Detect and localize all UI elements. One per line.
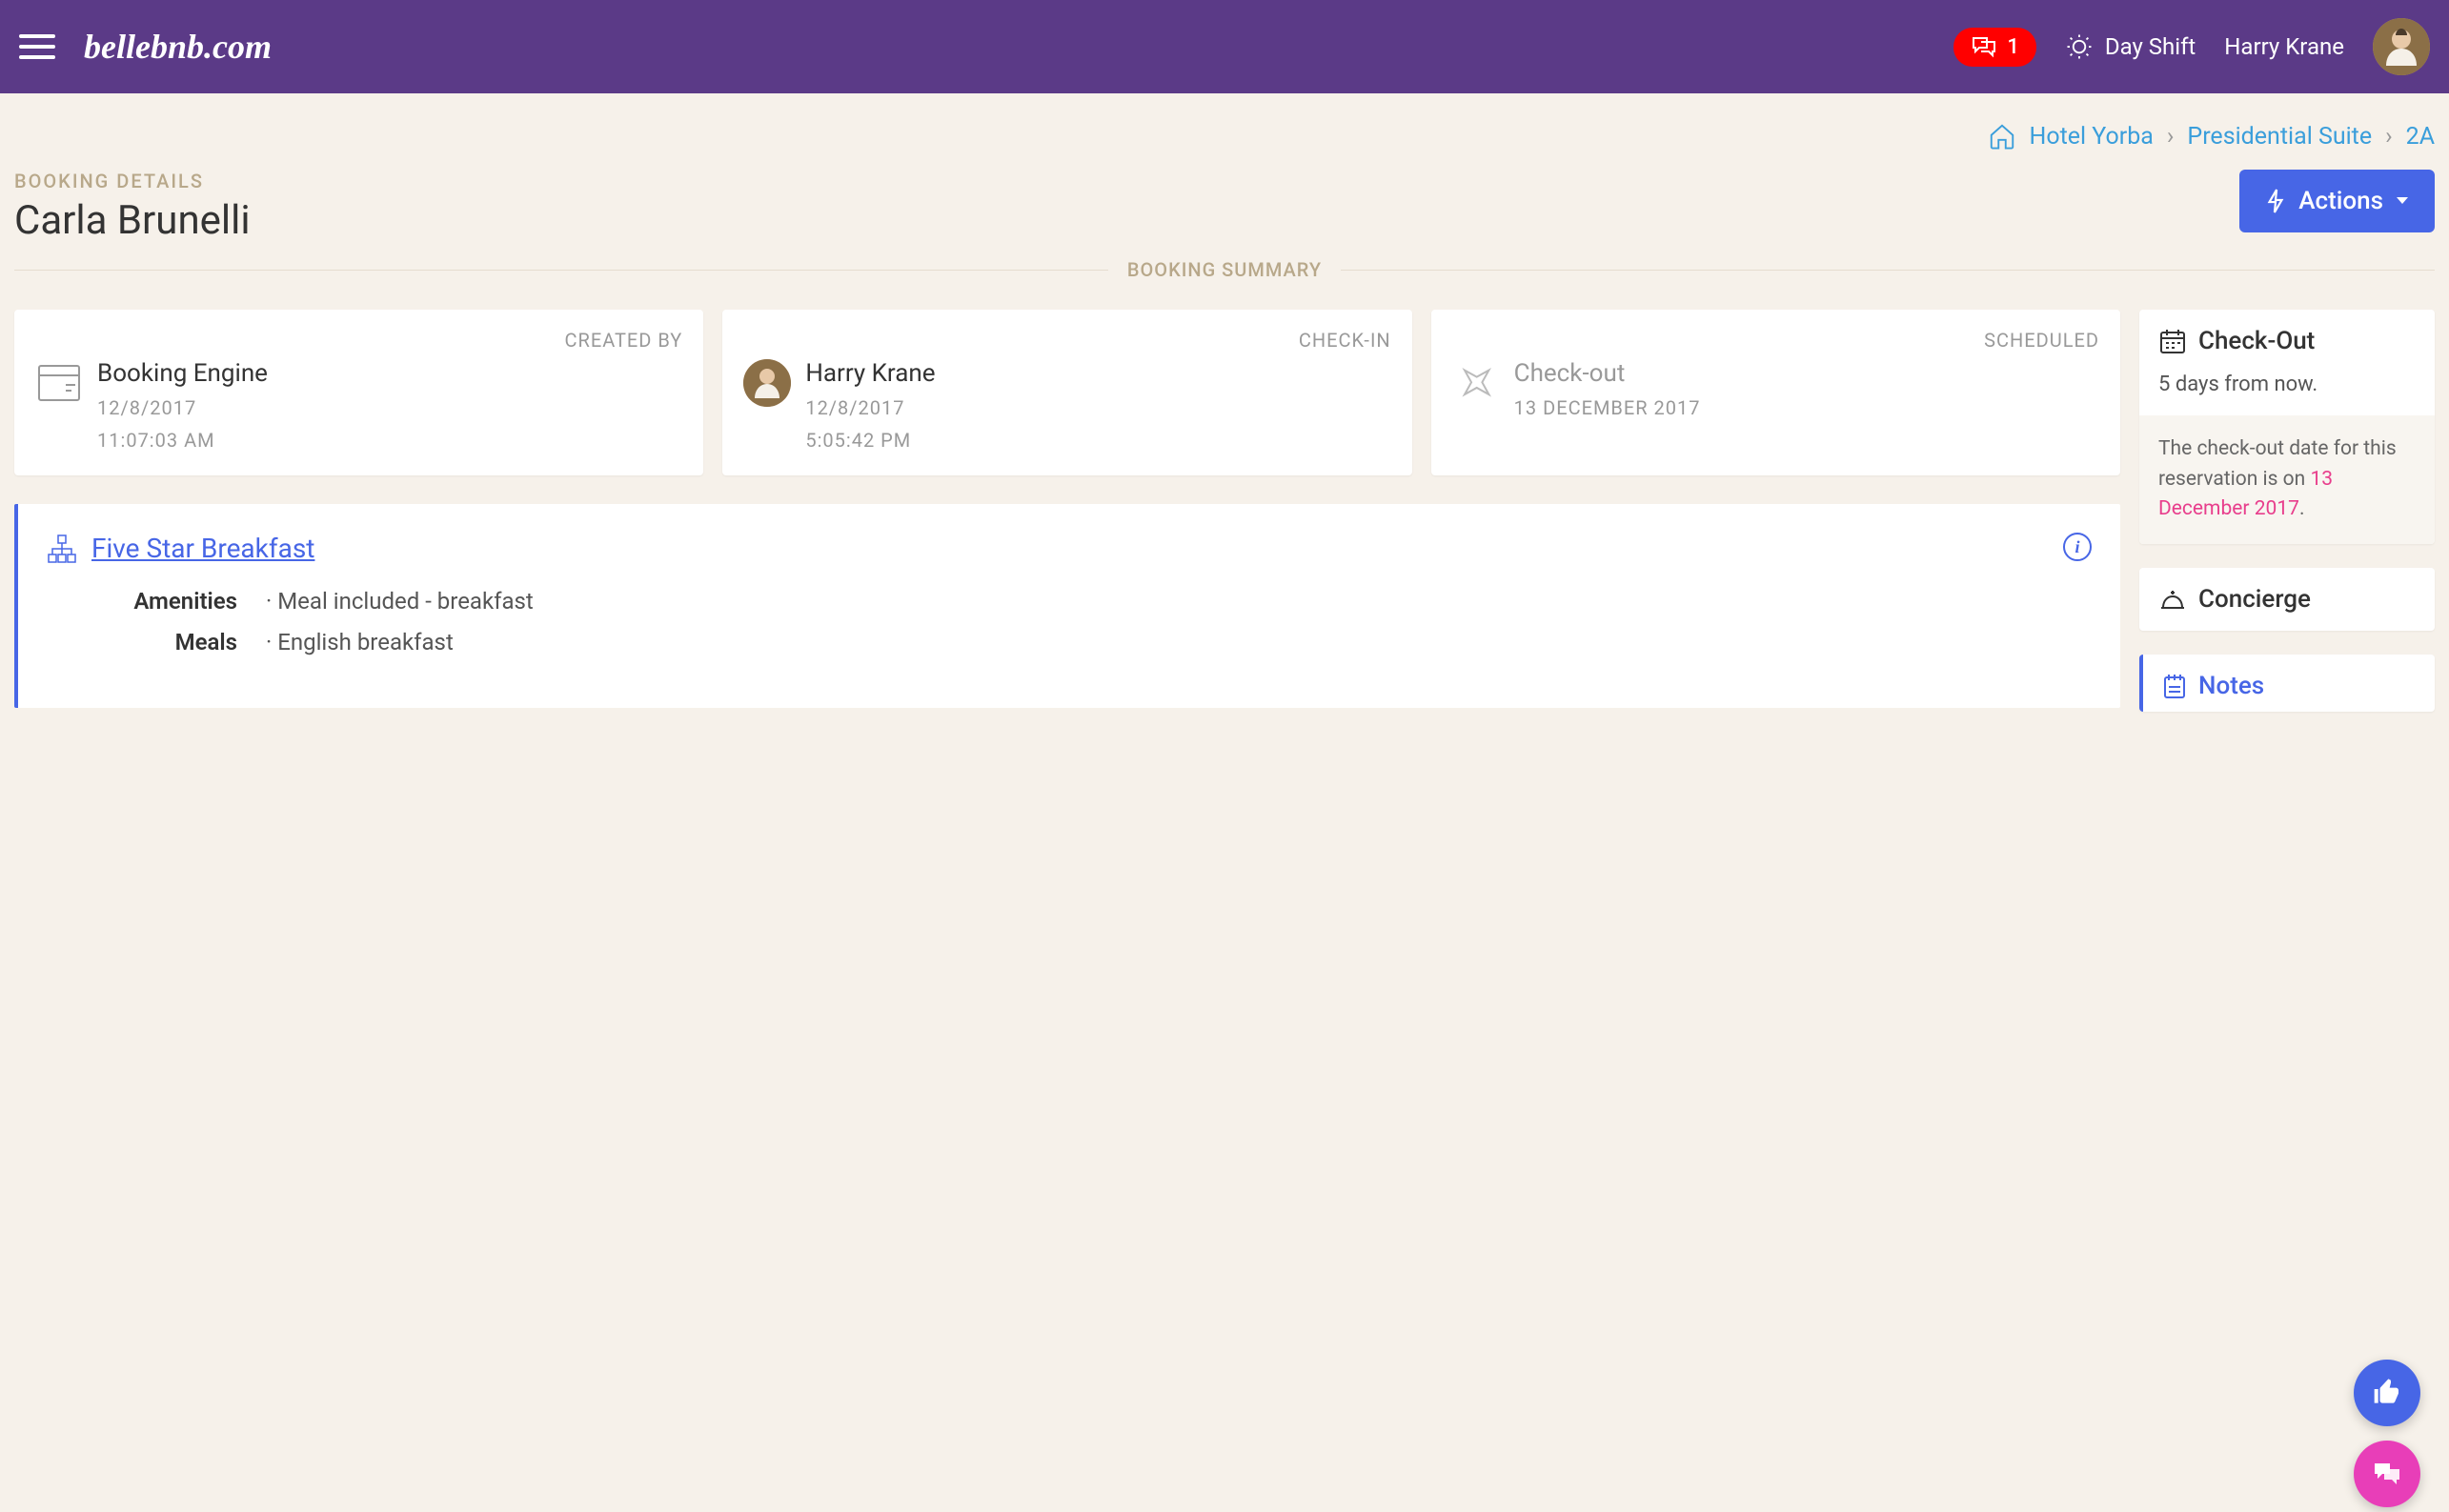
section-divider: BOOKING SUMMARY [14,258,2435,281]
notes-icon [2162,673,2187,699]
actions-button[interactable]: Actions [2239,170,2435,232]
lightning-icon [2266,189,2285,213]
breadcrumb-hotel[interactable]: Hotel Yorba [2030,123,2154,151]
checkout-body: 5 days from now. [2139,373,2435,415]
card-title: Booking Engine [97,359,268,388]
sun-icon [2065,32,2094,61]
bell-icon [2158,587,2187,612]
actions-label: Actions [2298,187,2383,215]
notes-title: Notes [2198,672,2264,700]
chat-icon [1971,35,1997,58]
hierarchy-icon [47,534,77,564]
info-icon[interactable]: i [2063,533,2092,561]
chat-fab[interactable] [2354,1441,2420,1507]
header-right: 1 Day Shift Harry Krane [1953,18,2430,75]
card-title: Check-out [1514,359,1701,388]
amenities-value: · Meal included - breakfast [266,588,534,615]
calendar-icon [2158,327,2187,355]
notifications-badge[interactable]: 1 [1953,28,2036,67]
scheduled-card: SCHEDULED Check-out 13 DECEMBER 2017 [1431,310,2120,475]
checkout-title: Check-Out [2198,327,2315,355]
breadcrumb-suite[interactable]: Presidential Suite [2187,123,2372,151]
concierge-title: Concierge [2198,585,2311,614]
card-label: CHECK-IN [743,329,1390,352]
browser-icon [35,359,83,407]
card-label: CREATED BY [35,329,682,352]
username[interactable]: Harry Krane [2224,33,2344,60]
amenities-label: Amenities [47,588,237,615]
meals-value: · English breakfast [266,629,454,655]
chevron-down-icon [2397,197,2408,205]
page-title: Carla Brunelli [14,197,251,244]
breadcrumb: Hotel Yorba › Presidential Suite › 2A [0,93,2449,170]
card-date: 12/8/2017 [97,392,268,424]
summary-label: BOOKING SUMMARY [1108,258,1341,281]
title-row: BOOKING DETAILS Carla Brunelli Actions [14,170,2435,244]
header-left: bellebnb.com [19,27,272,67]
shift-label: Day Shift [2105,33,2196,60]
breadcrumb-room[interactable]: 2A [2406,123,2435,151]
checkout-card: Check-Out 5 days from now. The check-out… [2139,310,2435,544]
created-by-card: CREATED BY Booking Engine 12/8/2017 11:0… [14,310,703,475]
app-header: bellebnb.com 1 Day Shift Harry Krane [0,0,2449,93]
card-time: 5:05:42 PM [805,424,935,456]
user-avatar-icon [743,359,791,407]
card-time: 11:07:03 AM [97,424,268,456]
home-icon[interactable] [1988,122,2016,151]
logo[interactable]: bellebnb.com [84,27,272,67]
card-label: SCHEDULED [1452,329,2099,352]
shift-toggle[interactable]: Day Shift [2065,32,2196,61]
thumbs-up-icon [2372,1378,2402,1408]
notes-card[interactable]: Notes [2139,655,2435,712]
breadcrumb-sep: › [2167,123,2175,151]
meals-label: Meals [47,629,237,655]
page-label: BOOKING DETAILS [14,170,251,192]
menu-icon[interactable] [19,34,55,59]
package-card: i Five Star Breakfast Amenities · Meal i… [14,504,2120,708]
chat-bubbles-icon [2371,1460,2403,1488]
checkout-footer: The check-out date for this reservation … [2139,415,2435,544]
concierge-card[interactable]: Concierge [2139,568,2435,631]
card-title: Harry Krane [805,359,935,388]
thumbs-up-fab[interactable] [2354,1360,2420,1426]
breadcrumb-sep: › [2385,123,2393,151]
card-date: 13 DECEMBER 2017 [1514,392,1701,424]
checkin-card: CHECK-IN Harry Krane 12/8/2017 5:05:42 P… [722,310,1411,475]
avatar[interactable] [2373,18,2430,75]
airplane-icon [1452,359,1500,407]
notification-count: 1 [2007,35,2019,59]
package-title[interactable]: Five Star Breakfast [91,533,314,564]
card-date: 12/8/2017 [805,392,935,424]
